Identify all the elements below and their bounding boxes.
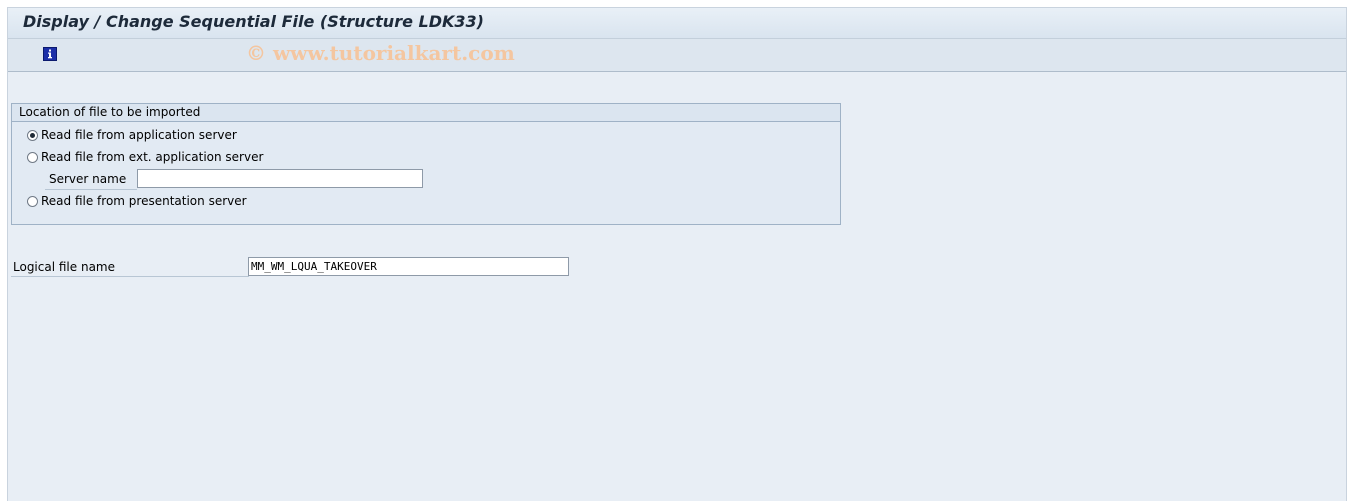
radio-application-server[interactable]: Read file from application server: [27, 127, 237, 143]
label-underline: [11, 276, 249, 277]
application-toolbar: © www.tutorialkart.com: [8, 39, 1346, 72]
radio-button[interactable]: [27, 195, 38, 207]
logical-file-name-label: Logical file name: [13, 260, 115, 274]
server-name-label: Server name: [49, 172, 127, 186]
radio-button-selected[interactable]: [27, 129, 38, 141]
radio-label: Read file from application server: [41, 128, 237, 142]
title-bar: Display / Change Sequential File (Struct…: [8, 8, 1346, 39]
group-header: Location of file to be imported: [12, 104, 840, 122]
radio-button[interactable]: [27, 151, 38, 163]
watermark-text: © www.tutorialkart.com: [246, 41, 515, 65]
server-name-input[interactable]: [137, 169, 423, 188]
location-groupbox: Location of file to be imported Read fil…: [11, 103, 841, 225]
window-title: Display / Change Sequential File (Struct…: [23, 12, 484, 31]
radio-label: Read file from presentation server: [41, 194, 247, 208]
radio-presentation-server[interactable]: Read file from presentation server: [27, 193, 247, 209]
sap-window: Display / Change Sequential File (Struct…: [7, 7, 1347, 501]
logical-file-name-input[interactable]: MM_WM_LQUA_TAKEOVER: [248, 257, 569, 276]
label-underline: [45, 189, 137, 190]
radio-label: Read file from ext. application server: [41, 150, 264, 164]
radio-ext-application-server[interactable]: Read file from ext. application server: [27, 149, 263, 165]
group-title: Location of file to be imported: [19, 105, 201, 119]
info-icon[interactable]: [43, 47, 57, 61]
